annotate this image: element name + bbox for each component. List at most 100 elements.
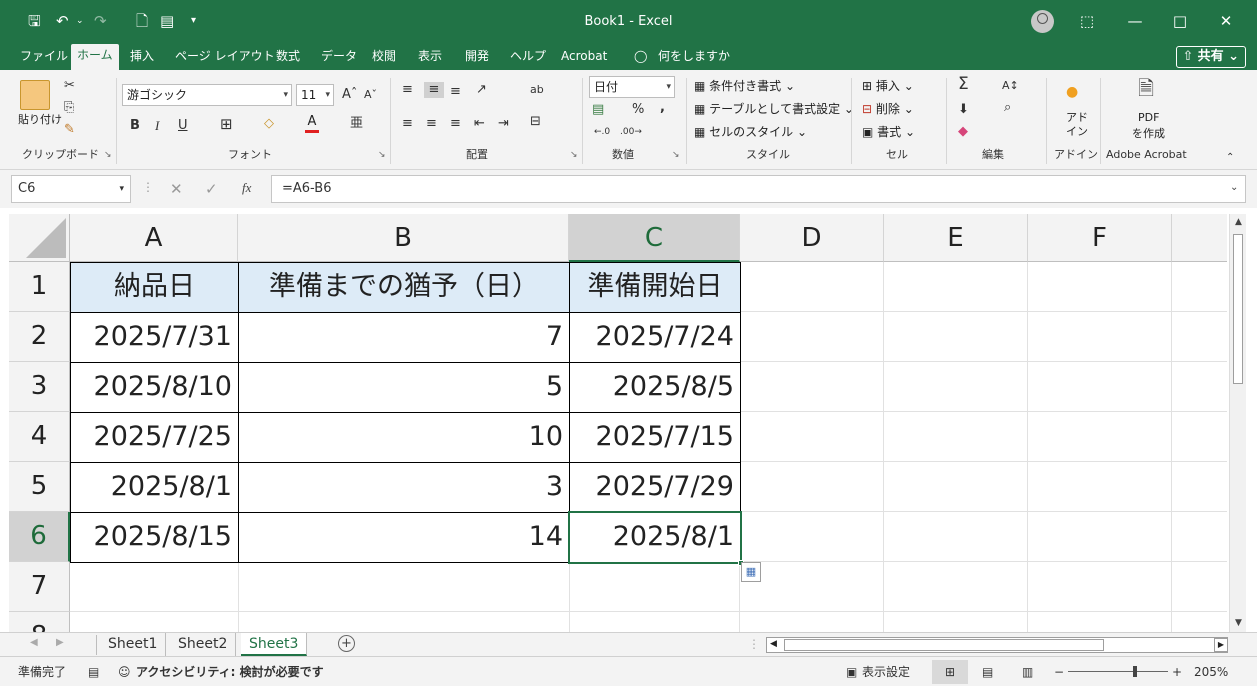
cell-a1[interactable]: 納品日 [70,262,239,313]
wrap-text-icon[interactable]: ab [530,82,544,98]
find-icon[interactable]: ⌕ [1004,100,1011,116]
row-header-6[interactable]: 6 [9,512,70,562]
row-header-1[interactable]: 1 [9,262,70,312]
page-break-view-icon[interactable]: ▥ [1022,664,1033,680]
cell-c5[interactable]: 2025/7/29 [569,462,741,513]
col-header-b[interactable]: B [238,214,569,262]
increase-indent-icon[interactable]: ⇥ [498,116,509,132]
vertical-scroll-thumb[interactable] [1233,234,1243,384]
align-middle-icon[interactable]: ≡ [424,82,444,98]
close-icon[interactable]: ✕ [1211,10,1241,32]
number-launcher-icon[interactable]: ↘ [672,150,680,160]
cell-b3[interactable]: 5 [238,362,570,413]
accessibility-icon[interactable]: ☺ [118,664,131,680]
empty-cells-area[interactable] [740,262,1227,632]
row-header-3[interactable]: 3 [9,362,70,412]
comma-button[interactable]: , [660,100,665,116]
fill-icon[interactable]: ⬇ [958,102,969,118]
cut-icon[interactable]: ✂ [64,78,75,94]
paste-button[interactable]: 貼り付け [18,112,62,128]
accessibility-status[interactable]: アクセシビリティ: 検討が必要です [136,664,324,680]
row-header-7[interactable]: 7 [9,562,70,612]
row-header-2[interactable]: 2 [9,312,70,362]
lightbulb-icon[interactable]: ◯ [634,48,647,64]
tab-data[interactable]: データ [321,48,357,64]
col-header-d[interactable]: D [740,214,884,262]
split-handle-icon[interactable]: ⋮ [748,637,760,651]
maximize-icon[interactable]: □ [1165,10,1195,32]
tab-help[interactable]: ヘルプ [510,48,546,64]
horizontal-scrollbar[interactable]: ◀ [766,637,1228,653]
scroll-right-icon[interactable]: ▶ [1214,638,1228,652]
borders-icon[interactable]: ⊞ [220,116,233,132]
align-center-icon[interactable]: ≡ [426,116,437,132]
align-right-icon[interactable]: ≡ [450,116,461,132]
zoom-slider-thumb[interactable] [1133,666,1137,677]
zoom-slider[interactable] [1068,671,1168,672]
clipboard-launcher-icon[interactable]: ↘ [104,150,112,160]
font-color-icon[interactable]: A [305,114,319,133]
fill-color-icon[interactable]: ◇ [264,116,274,132]
font-launcher-icon[interactable]: ↘ [378,150,386,160]
empty-rows-area[interactable] [70,562,740,632]
add-sheet-icon[interactable]: + [338,635,355,652]
italic-button[interactable]: I [155,118,159,134]
col-header-f[interactable]: F [1028,214,1172,262]
quick-analysis-icon[interactable]: ▦ [741,562,761,582]
phonetic-icon[interactable]: 亜 [350,116,363,132]
tab-page-layout[interactable]: ページ レイアウト [175,48,275,64]
cell-styles-button[interactable]: ▦ セルのスタイル ⌄ [694,124,807,140]
row-header-5[interactable]: 5 [9,462,70,512]
conditional-format-button[interactable]: ▦ 条件付き書式 ⌄ [694,78,795,94]
zoom-level[interactable]: 205% [1194,664,1228,680]
insert-function-button[interactable]: fx [242,180,251,196]
cell-a6[interactable]: 2025/8/15 [70,512,239,563]
font-size-select[interactable]: 11 ▾ [296,84,334,106]
align-bottom-icon[interactable]: ≡ [450,84,461,100]
account-avatar[interactable] [1031,10,1054,33]
cell-b5[interactable]: 3 [238,462,570,513]
create-pdf-label-1[interactable]: PDF [1138,110,1159,126]
format-as-table-button[interactable]: ▦ テーブルとして書式設定 ⌄ [694,101,854,117]
share-button[interactable]: ⇧ 共有 ⌄ [1175,46,1246,68]
cancel-icon[interactable]: ✕ [170,180,183,198]
increase-decimal-icon[interactable]: ←.0 [594,124,610,140]
font-name-select[interactable]: 游ゴシック ▾ [122,84,292,106]
col-header-e[interactable]: E [884,214,1028,262]
insert-cells-button[interactable]: ⊞ 挿入 ⌄ [862,78,914,94]
ribbon-display-icon[interactable]: ⬚ [1072,10,1102,32]
number-format-select[interactable]: 日付 ▾ [589,76,675,98]
addins-label-2[interactable]: イン [1066,124,1088,140]
row-header-8[interactable]: 8 [9,612,70,632]
sheet-tab-1[interactable]: Sheet1 [100,633,167,656]
align-top-icon[interactable]: ≡ [402,82,413,98]
tab-review[interactable]: 校閲 [372,48,396,64]
minimize-icon[interactable]: — [1120,10,1150,32]
format-painter-icon[interactable]: ✎ [64,122,75,138]
enter-icon[interactable]: ✓ [205,180,218,198]
cell-b2[interactable]: 7 [238,312,570,363]
cell-a3[interactable]: 2025/8/10 [70,362,239,413]
delete-cells-button[interactable]: ⊟ 削除 ⌄ [862,101,914,117]
cell-c1[interactable]: 準備開始日 [569,262,741,313]
prev-sheet-icon[interactable]: ◀ [30,637,38,648]
decrease-font-icon[interactable]: Aˇ [364,87,377,103]
cell-b4[interactable]: 10 [238,412,570,463]
decrease-indent-icon[interactable]: ⇤ [474,116,485,132]
name-box[interactable]: C6 ▾ [11,175,131,203]
decrease-decimal-icon[interactable]: .00→ [620,124,642,140]
sheet-tab-2[interactable]: Sheet2 [170,633,237,656]
cell-c4[interactable]: 2025/7/15 [569,412,741,463]
formula-input[interactable]: =A6-B6 [271,175,1246,203]
row-header-4[interactable]: 4 [9,412,70,462]
underline-button[interactable]: U [178,118,188,134]
tab-acrobat[interactable]: Acrobat [561,48,607,64]
horizontal-scroll-thumb[interactable] [784,639,1104,651]
col-header-a[interactable]: A [70,214,238,262]
col-header-g[interactable] [1172,214,1227,262]
currency-icon[interactable]: ▤ [592,102,604,118]
addins-icon[interactable]: ● [1066,84,1078,100]
zoom-in-icon[interactable]: + [1172,664,1182,680]
cell-c2[interactable]: 2025/7/24 [569,312,741,363]
alignment-launcher-icon[interactable]: ↘ [570,150,578,160]
